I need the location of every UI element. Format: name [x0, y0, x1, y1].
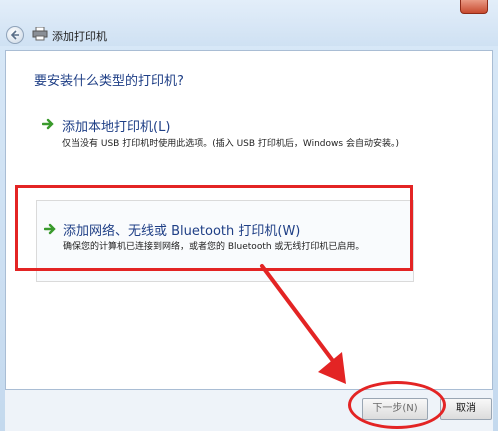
cancel-button[interactable]: 取消: [440, 398, 492, 420]
annotation-arrow: [260, 264, 346, 384]
annotation-circle: [348, 381, 446, 429]
